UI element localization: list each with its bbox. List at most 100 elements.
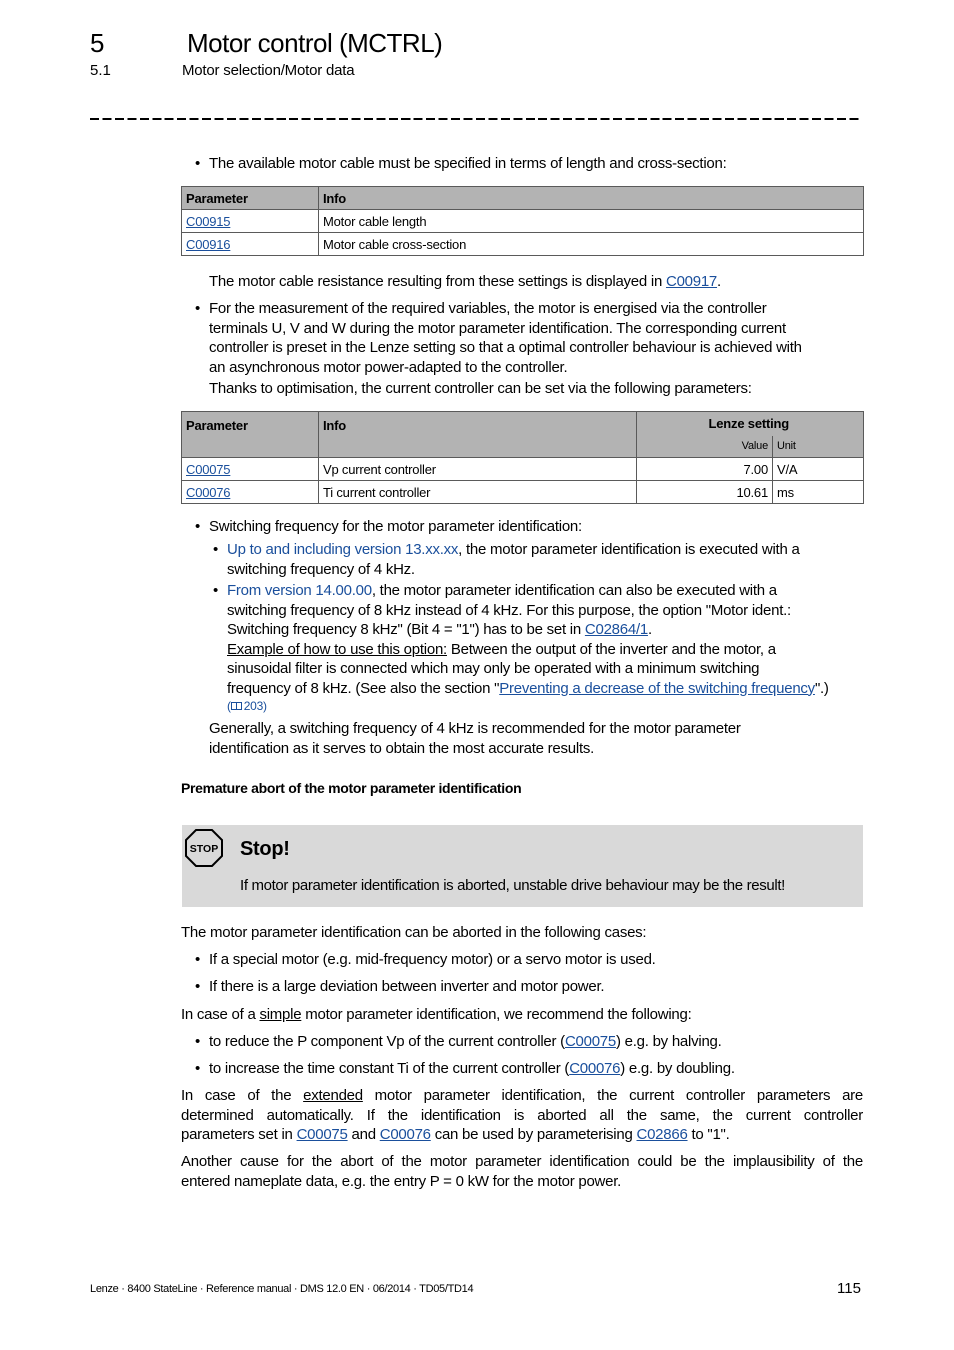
text: In case of a [181,1006,260,1023]
table-row: C00075 Vp current controller 7.00 V/A [181,457,864,481]
text: The motor cable resistance resulting fro… [209,273,666,290]
column-header-value: Value [636,435,773,458]
parameter-link-c02866[interactable]: C02866 [637,1126,688,1143]
parameter-link-c00075[interactable]: C00075 [565,1033,616,1050]
bullet-icon: • [195,1033,201,1050]
text: In case of the [181,1087,304,1104]
chapter-title: Motor control (MCTRL) [187,28,443,58]
simple-item: to reduce the P component Vp of the curr… [209,1032,722,1052]
cable-parameter-table: Parameter Info C00915 Motor cable length… [181,186,864,256]
footer-document-info: Lenze · 8400 StateLine · Reference manua… [90,1283,474,1295]
bullet-icon: • [213,582,219,599]
text: to increase the time constant Ti of the … [209,1060,570,1077]
page-number: 115 [837,1280,861,1297]
text: motor parameter identification, the curr… [362,1087,864,1104]
intro-bullet-text: The available motor cable must be specif… [209,155,727,172]
text: , the motor parameter identification is … [458,541,800,558]
switching-bullet-text: Switching frequency for the motor parame… [209,518,582,535]
cable-resistance-text: The motor cable resistance resulting fro… [209,272,721,292]
book-icon [230,702,242,710]
text: . [647,621,652,638]
text: Switching frequency 8 kHz" (Bit 4 = "1")… [227,621,585,638]
stop-sign-icon: STOP [185,829,223,867]
premature-abort-heading: Premature abort of the motor parameter i… [181,780,522,796]
text-line: parameters set in C00075 and C00076 can … [181,1125,863,1145]
bullet-icon: • [195,155,201,172]
text: ) e.g. by doubling. [620,1060,735,1077]
table-cell-value: 10.61 [636,480,773,504]
table-row: C00076 Ti current controller 10.61 ms [181,480,864,504]
header-divider [90,118,862,120]
section-link-switching-frequency[interactable]: Preventing a decrease of the switching f… [499,680,815,697]
example-label: Example of how to use this option: [227,640,447,658]
parameter-link-c00076[interactable]: C00076 [186,485,231,500]
simple-intro: In case of a simple motor parameter iden… [181,1005,692,1025]
text-line: Another cause for the abort of the motor… [181,1153,863,1170]
another-cause-paragraph: Another cause for the abort of the motor… [181,1152,863,1191]
table-header-row: Parameter Info [181,186,864,210]
table-cell-value: 7.00 [636,457,773,481]
page-ref-number: 203 [243,699,264,713]
bullet-icon: • [195,1060,201,1077]
table-header-row: Parameter Info Lenze setting [181,411,864,458]
abort-case-item: If there is a large deviation between in… [209,978,605,995]
text: ".) [814,679,829,697]
text-line: terminals U, V and W during the motor pa… [209,319,786,337]
text: ) e.g. by halving. [615,1033,722,1050]
text-line: identification as it serves to obtain th… [209,739,595,757]
measurement-bullet-text: For the measurement of the required vari… [209,299,802,399]
bullet-icon: • [195,978,201,995]
text: to reduce the P component Vp of the curr… [209,1033,565,1050]
switching-sub1: Up to and including version 13.xx.xx, th… [227,540,800,579]
version-link-14[interactable]: From version 14.00.00 [227,582,372,599]
svg-text:STOP: STOP [190,843,218,855]
table-cell-info: Ti current controller [318,480,637,504]
column-header-unit: Unit [772,435,864,458]
parameter-link-c00075[interactable]: C00075 [297,1126,348,1143]
text-line: switching frequency of 4 kHz. [227,560,415,578]
page-reference[interactable]: (203) [227,698,829,715]
section-number: 5.1 [90,62,111,79]
section-title: Motor selection/Motor data [182,62,355,79]
emphasis-simple: simple [259,1006,302,1023]
text: frequency of 8 kHz. (See also the sectio… [227,679,500,697]
text: and [347,1126,380,1143]
extended-paragraph: In case of the extended motor parameter … [181,1086,863,1145]
text-line: Generally, a switching frequency of 4 kH… [209,720,741,737]
text: to "1". [687,1126,730,1143]
table-cell-unit: ms [772,480,864,504]
text-line: switching frequency of 8 kHz instead of … [227,601,791,619]
text-line: sinusoidal filter is connected which may… [227,660,760,677]
table-row: C00915 Motor cable length [181,209,864,233]
parameter-link-c00917[interactable]: C00917 [666,273,717,290]
switching-general-text: Generally, a switching frequency of 4 kH… [209,719,741,758]
table-cell-info: Motor cable length [318,209,864,233]
text: Between the output of the inverter and t… [446,640,776,658]
parameter-link-c00916[interactable]: C00916 [186,237,231,252]
text-line: entered nameplate data, e.g. the entry P… [181,1172,622,1190]
table-cell-info: Motor cable cross-section [318,232,864,256]
chapter-number: 5 [90,28,105,58]
text-line: determined automatically. If the identif… [181,1106,863,1124]
text: parameters set in [181,1126,297,1143]
text-line: For the measurement of the required vari… [209,300,767,317]
table-cell-unit: V/A [772,457,864,481]
version-link-13[interactable]: Up to and including version 13.xx.xx [227,541,458,558]
parameter-link-c00915[interactable]: C00915 [186,214,231,229]
text: . [717,273,721,290]
text: motor parameter identification, we recom… [301,1006,692,1023]
text-line: In case of the extended motor parameter … [181,1086,863,1106]
abort-cases-intro: The motor parameter identification can b… [181,924,647,941]
emphasis-extended: extended [303,1087,363,1104]
parameter-link-c00076[interactable]: C00076 [380,1126,431,1143]
parameter-link-c00075[interactable]: C00075 [186,462,231,477]
parameter-link-c00076[interactable]: C00076 [569,1060,620,1077]
text: can be used by parameterising [430,1126,637,1143]
table-row: C00916 Motor cable cross-section [181,232,864,256]
current-controller-table: Parameter Info Lenze setting Value Unit … [181,411,864,504]
stop-text: If motor parameter identification is abo… [240,877,785,894]
table-cell-info: Vp current controller [318,457,637,481]
parameter-link-c02864[interactable]: C02864/1 [585,621,648,638]
switching-sub2: From version 14.00.00, the motor paramet… [227,581,829,715]
column-header-lenze-setting: Lenze setting [636,411,864,436]
